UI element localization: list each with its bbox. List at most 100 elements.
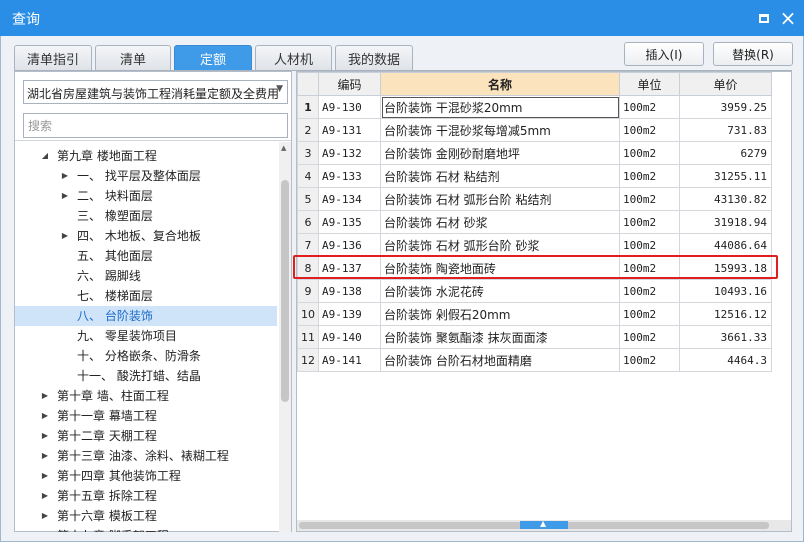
tree-item[interactable]: 九、 零星装饰项目	[15, 326, 277, 346]
cell-code[interactable]: A9-131	[318, 118, 381, 142]
scroll-up-icon[interactable]: ▲	[281, 144, 286, 152]
table-row[interactable]: 4 A9-133 台阶装饰 石材 粘结剂 100m2 31255.11	[297, 164, 772, 188]
caret-right-icon[interactable]: ▶	[59, 166, 71, 186]
row-number[interactable]: 8	[297, 256, 319, 280]
tree-item[interactable]: ▶ 第十章 墙、柱面工程	[15, 386, 277, 406]
table-row[interactable]: 5 A9-134 台阶装饰 石材 弧形台阶 粘结剂 100m2 43130.82	[297, 187, 772, 211]
cell-unit[interactable]: 100m2	[619, 118, 680, 142]
row-number[interactable]: 10	[297, 302, 319, 326]
cell-name[interactable]: 台阶装饰 水泥花砖	[380, 279, 620, 303]
tree-item[interactable]: ▶ 第十五章 拆除工程	[15, 486, 277, 506]
cell-price[interactable]: 44086.64	[679, 233, 772, 257]
tree-item[interactable]: 五、 其他面层	[15, 246, 277, 266]
row-number[interactable]: 4	[297, 164, 319, 188]
cell-name[interactable]: 台阶装饰 台阶石材地面精磨	[380, 348, 620, 372]
caret-right-icon[interactable]: ▶	[39, 526, 51, 532]
cell-code[interactable]: A9-136	[318, 233, 381, 257]
table-row[interactable]: 3 A9-132 台阶装饰 金刚砂耐磨地坪 100m2 6279	[297, 141, 772, 165]
cell-unit[interactable]: 100m2	[619, 325, 680, 349]
cell-code[interactable]: A9-140	[318, 325, 381, 349]
row-number[interactable]: 11	[297, 325, 319, 349]
header-name[interactable]: 名称	[380, 72, 620, 96]
row-number[interactable]: 1	[297, 95, 319, 119]
cell-unit[interactable]: 100m2	[619, 348, 680, 372]
tree-item[interactable]: ▶ 第十二章 天棚工程	[15, 426, 277, 446]
tab-bill[interactable]: 清单	[95, 45, 171, 70]
cell-name[interactable]: 台阶装饰 石材 砂浆	[380, 210, 620, 234]
caret-right-icon[interactable]: ▶	[39, 426, 51, 446]
cell-name[interactable]: 台阶装饰 石材 弧形台阶 粘结剂	[380, 187, 620, 211]
table-row[interactable]: 8 A9-137 台阶装饰 陶瓷地面砖 100m2 15993.18	[297, 256, 772, 280]
caret-right-icon[interactable]: ▶	[39, 466, 51, 486]
cell-price[interactable]: 15993.18	[679, 256, 772, 280]
tree-item[interactable]: 十一、 酸洗打蜡、结晶	[15, 366, 277, 386]
cell-price[interactable]: 43130.82	[679, 187, 772, 211]
cell-name[interactable]: 台阶装饰 金刚砂耐磨地坪	[380, 141, 620, 165]
cell-price[interactable]: 4464.3	[679, 348, 772, 372]
minimize-icon[interactable]	[752, 6, 776, 30]
tree-item[interactable]: ▶ 第十六章 模板工程	[15, 506, 277, 526]
row-number[interactable]: 12	[297, 348, 319, 372]
close-icon[interactable]: ×	[776, 6, 800, 30]
insert-button[interactable]: 插入(I)	[624, 42, 704, 66]
tree-item[interactable]: ▶ 第十三章 油漆、涂料、裱糊工程	[15, 446, 277, 466]
cell-unit[interactable]: 100m2	[619, 256, 680, 280]
splitter-handle[interactable]: ▲	[520, 519, 568, 529]
row-number[interactable]: 7	[297, 233, 319, 257]
cell-price[interactable]: 31255.11	[679, 164, 772, 188]
tree-item[interactable]: 十、 分格嵌条、防滑条	[15, 346, 277, 366]
tree-item[interactable]: ▶ 第十一章 幕墙工程	[15, 406, 277, 426]
cell-unit[interactable]: 100m2	[619, 164, 680, 188]
cell-name[interactable]: 台阶装饰 石材 弧形台阶 砂浆	[380, 233, 620, 257]
cell-unit[interactable]: 100m2	[619, 95, 680, 119]
table-row[interactable]: 9 A9-138 台阶装饰 水泥花砖 100m2 10493.16	[297, 279, 772, 303]
cell-price[interactable]: 731.83	[679, 118, 772, 142]
tree-item[interactable]: ▶ 第十七章 脚手架工程	[15, 526, 277, 532]
cell-code[interactable]: A9-130	[318, 95, 381, 119]
cell-code[interactable]: A9-138	[318, 279, 381, 303]
cell-price[interactable]: 12516.12	[679, 302, 772, 326]
replace-button[interactable]: 替换(R)	[713, 42, 793, 66]
caret-right-icon[interactable]: ▶	[39, 506, 51, 526]
cell-code[interactable]: A9-134	[318, 187, 381, 211]
tree-item[interactable]: 八、 台阶装饰	[15, 306, 277, 326]
cell-code[interactable]: A9-141	[318, 348, 381, 372]
cell-name[interactable]: 台阶装饰 聚氨酯漆 抹灰面面漆	[380, 325, 620, 349]
row-number[interactable]: 5	[297, 187, 319, 211]
caret-right-icon[interactable]: ▶	[39, 486, 51, 506]
cell-code[interactable]: A9-133	[318, 164, 381, 188]
tab-quota[interactable]: 定额	[174, 45, 252, 70]
cell-price[interactable]: 3959.25	[679, 95, 772, 119]
cell-name[interactable]: 台阶装饰 剁假石20mm	[380, 302, 620, 326]
cell-unit[interactable]: 100m2	[619, 141, 680, 165]
library-select[interactable]: 湖北省房屋建筑与装饰工程消耗量定额及全费用 ▼	[23, 80, 288, 104]
cell-code[interactable]: A9-139	[318, 302, 381, 326]
caret-right-icon[interactable]: ▶	[39, 446, 51, 466]
cell-code[interactable]: A9-135	[318, 210, 381, 234]
search-input[interactable]	[23, 113, 288, 138]
caret-right-icon[interactable]: ▶	[59, 186, 71, 206]
tree-item[interactable]: ◢ 第九章 楼地面工程	[15, 146, 277, 166]
tab-bill-guide[interactable]: 清单指引	[14, 45, 92, 70]
table-row[interactable]: 6 A9-135 台阶装饰 石材 砂浆 100m2 31918.94	[297, 210, 772, 234]
header-unit[interactable]: 单位	[619, 72, 680, 96]
scrollbar-thumb[interactable]	[281, 180, 289, 402]
row-number[interactable]: 9	[297, 279, 319, 303]
cell-name[interactable]: 台阶装饰 干混砂浆每增减5mm	[380, 118, 620, 142]
cell-unit[interactable]: 100m2	[619, 302, 680, 326]
caret-down-icon[interactable]: ◢	[39, 146, 51, 166]
table-row[interactable]: 10 A9-139 台阶装饰 剁假石20mm 100m2 12516.12	[297, 302, 772, 326]
cell-code[interactable]: A9-137	[318, 256, 381, 280]
table-row[interactable]: 1 A9-130 台阶装饰 干混砂浆20mm 100m2 3959.25	[297, 95, 772, 119]
caret-right-icon[interactable]: ▶	[39, 406, 51, 426]
cell-price[interactable]: 3661.33	[679, 325, 772, 349]
table-row[interactable]: 12 A9-141 台阶装饰 台阶石材地面精磨 100m2 4464.3	[297, 348, 772, 372]
tree-item[interactable]: ▶ 四、 木地板、复合地板	[15, 226, 277, 246]
table-row[interactable]: 11 A9-140 台阶装饰 聚氨酯漆 抹灰面面漆 100m2 3661.33	[297, 325, 772, 349]
row-number[interactable]: 6	[297, 210, 319, 234]
cell-unit[interactable]: 100m2	[619, 187, 680, 211]
cell-code[interactable]: A9-132	[318, 141, 381, 165]
cell-unit[interactable]: 100m2	[619, 279, 680, 303]
tab-labor-material-machine[interactable]: 人材机	[255, 45, 332, 70]
cell-price[interactable]: 31918.94	[679, 210, 772, 234]
